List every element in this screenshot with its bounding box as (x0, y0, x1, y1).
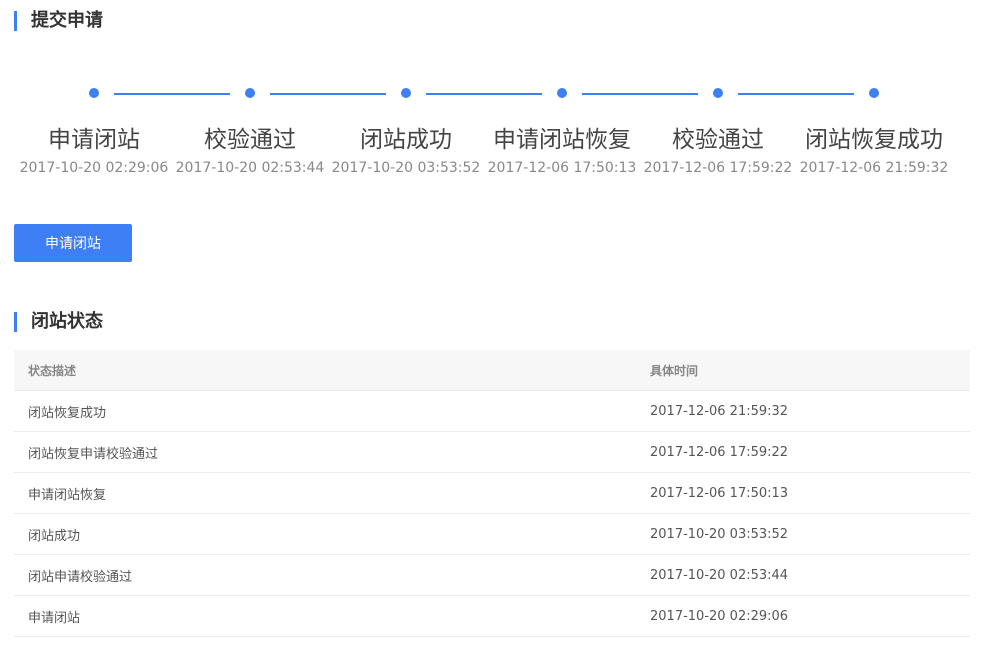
table-header-row: 状态描述 具体时间 (14, 350, 970, 391)
step-label: 申请闭站恢复 (493, 127, 631, 153)
step-label: 校验通过 (204, 127, 296, 153)
status-description: 闭站申请校验通过 (14, 554, 636, 596)
step-connector (582, 93, 698, 95)
step-connector (426, 93, 542, 95)
progress-steps: 申请闭站 2017-10-20 02:29:06 校验通过 2017-10-20… (0, 82, 1000, 182)
step-time: 2017-12-06 21:59:32 (799, 160, 949, 176)
step-connector (270, 93, 386, 95)
status-time: 2017-10-20 02:29:06 (636, 595, 970, 637)
table-row: 闭站恢复成功 2017-12-06 21:59:32 (14, 390, 970, 432)
status-table: 状态描述 具体时间 闭站恢复成功 2017-12-06 21:59:32 闭站恢… (14, 350, 970, 637)
step-dot (89, 88, 99, 98)
step-dot (557, 88, 567, 98)
status-time: 2017-10-20 02:53:44 (636, 554, 970, 596)
column-header-description: 状态描述 (14, 350, 636, 391)
status-description: 闭站成功 (14, 513, 636, 555)
submit-section-title: 提交申请 (14, 11, 103, 31)
column-header-time: 具体时间 (636, 350, 970, 391)
status-time: 2017-12-06 17:50:13 (636, 472, 970, 514)
step-time: 2017-10-20 02:53:44 (175, 160, 325, 176)
step-connector (114, 93, 230, 95)
table-row: 闭站恢复申请校验通过 2017-12-06 17:59:22 (14, 431, 970, 473)
table-row: 申请闭站恢复 2017-12-06 17:50:13 (14, 472, 970, 514)
status-section-title: 闭站状态 (14, 312, 103, 332)
status-description: 闭站恢复成功 (14, 390, 636, 432)
table-row: 闭站申请校验通过 2017-10-20 02:53:44 (14, 554, 970, 596)
table-row: 申请闭站 2017-10-20 02:29:06 (14, 595, 970, 637)
step-dot (713, 88, 723, 98)
apply-close-station-button[interactable]: 申请闭站 (14, 224, 132, 262)
status-time: 2017-10-20 03:53:52 (636, 513, 970, 555)
status-description: 申请闭站 (14, 595, 636, 637)
status-description: 闭站恢复申请校验通过 (14, 431, 636, 473)
table-row: 闭站成功 2017-10-20 03:53:52 (14, 513, 970, 555)
status-time: 2017-12-06 21:59:32 (636, 390, 970, 432)
status-description: 申请闭站恢复 (14, 472, 636, 514)
step-dot (869, 88, 879, 98)
step-time: 2017-10-20 03:53:52 (331, 160, 481, 176)
step-time: 2017-12-06 17:59:22 (643, 160, 793, 176)
status-time: 2017-12-06 17:59:22 (636, 431, 970, 473)
step-dot (401, 88, 411, 98)
step-time: 2017-12-06 17:50:13 (487, 160, 637, 176)
step-connector (738, 93, 854, 95)
step-label: 闭站恢复成功 (805, 127, 943, 153)
step-label: 校验通过 (672, 127, 764, 153)
step-label: 申请闭站 (48, 127, 140, 153)
step-dot (245, 88, 255, 98)
step-label: 闭站成功 (360, 127, 452, 153)
step-time: 2017-10-20 02:29:06 (19, 160, 169, 176)
